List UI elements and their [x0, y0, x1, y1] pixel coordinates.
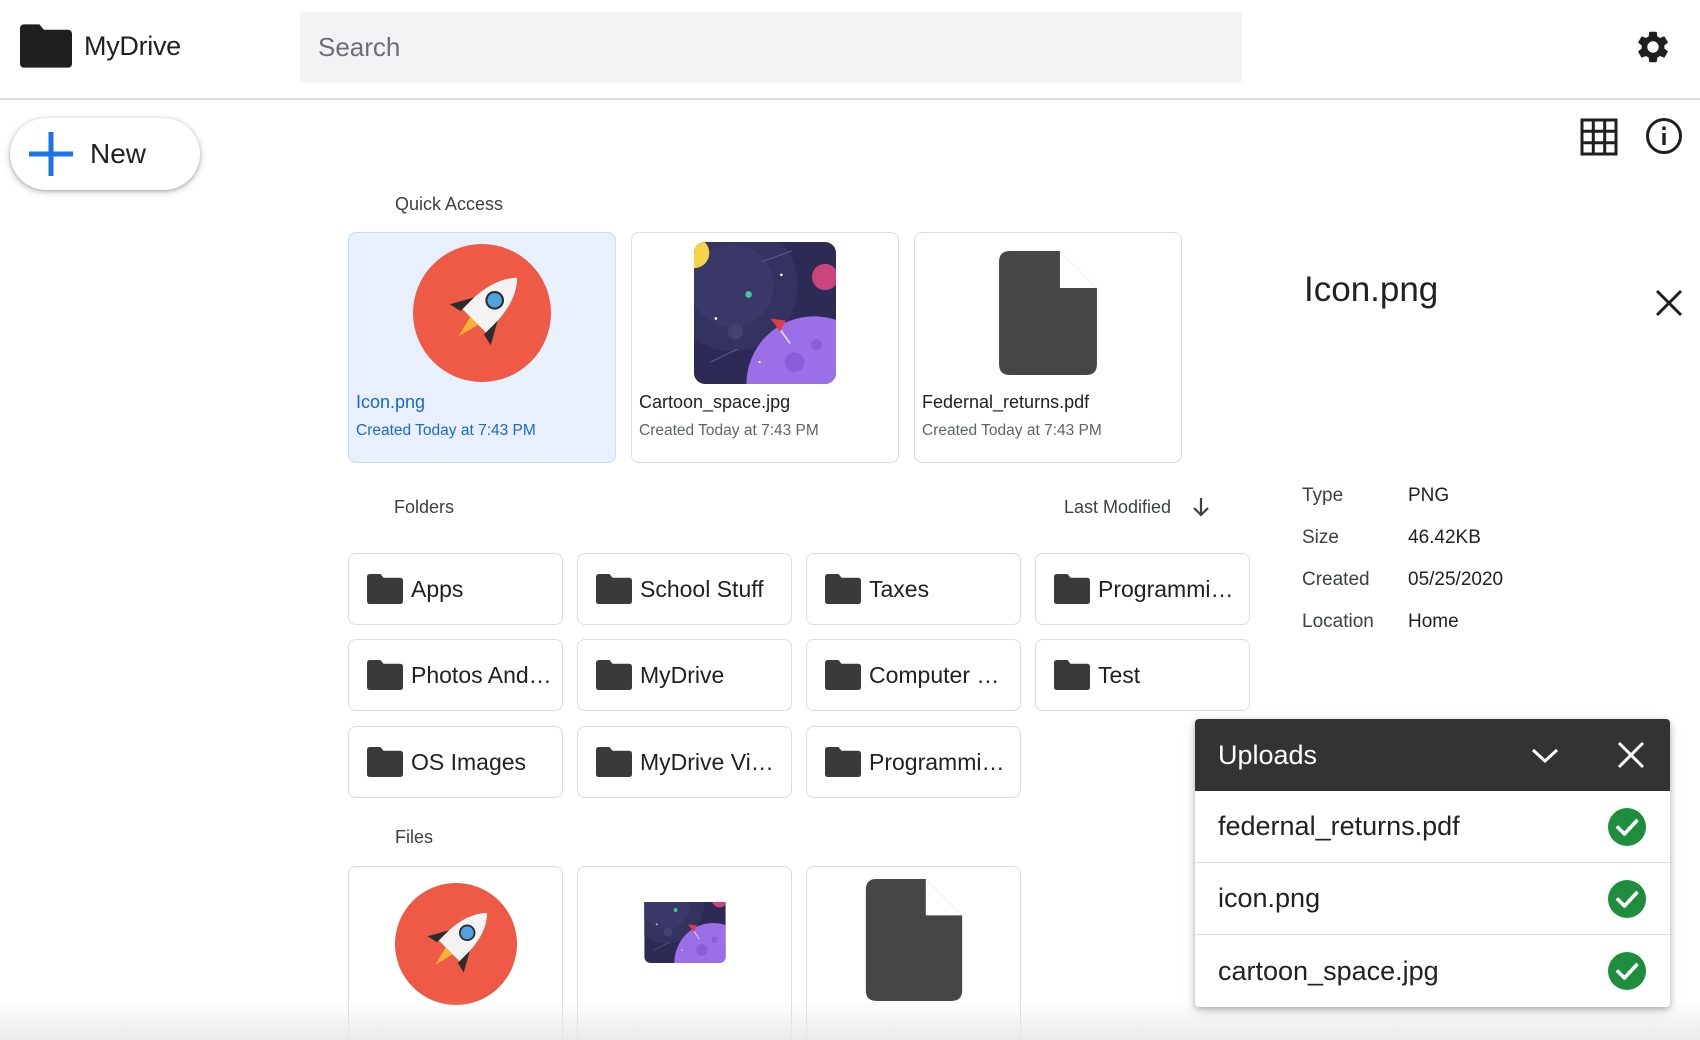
- folder-item[interactable]: Taxes: [806, 553, 1021, 625]
- new-button[interactable]: New: [10, 118, 200, 190]
- grid-view-icon[interactable]: [1580, 118, 1618, 161]
- uploads-panel: Uploads federnal_returns.pdf icon.png ca…: [1195, 719, 1670, 1007]
- folder-icon: [20, 24, 72, 68]
- quick-access-label: Quick Access: [395, 194, 504, 214]
- upload-name: cartoon_space.jpg: [1218, 955, 1439, 986]
- app-logo[interactable]: MyDrive: [20, 24, 181, 68]
- quick-access-card[interactable]: Cartoon_space.jpg Created Today at 7:43 …: [631, 232, 899, 463]
- folder-name: Apps: [411, 575, 464, 602]
- document-icon: [915, 241, 1181, 385]
- close-icon[interactable]: [1617, 741, 1645, 774]
- file-name: Federnal_returns.pdf: [922, 392, 1090, 412]
- file-card[interactable]: [806, 866, 1021, 1040]
- quick-access-card[interactable]: Icon.png Created Today at 7:43 PM: [348, 232, 616, 463]
- folder-item[interactable]: Photos And…: [348, 639, 563, 711]
- uploads-header: Uploads: [1195, 719, 1670, 791]
- file-meta: Created Today at 7:43 PM: [356, 422, 536, 439]
- folder-item[interactable]: Apps: [348, 553, 563, 625]
- folder-name: Test: [1098, 661, 1141, 688]
- folder-name: Computer …: [869, 661, 1000, 688]
- folder-item[interactable]: Programmi…: [1035, 553, 1250, 625]
- check-circle-icon: [1608, 808, 1646, 846]
- check-circle-icon: [1608, 880, 1646, 918]
- file-name: Icon.png: [356, 392, 426, 412]
- upload-name: federnal_returns.pdf: [1218, 811, 1460, 841]
- sort-label: Last Modified: [1064, 496, 1172, 517]
- detail-value: 46.42KB: [1408, 527, 1481, 548]
- detail-key: Size: [1302, 527, 1339, 548]
- upload-name: icon.png: [1218, 883, 1321, 913]
- detail-key: Location: [1302, 611, 1374, 632]
- app-name: MyDrive: [84, 30, 181, 61]
- detail-key: Type: [1302, 485, 1344, 506]
- space-image: [622, 902, 748, 1040]
- files-label: Files: [395, 827, 434, 847]
- document-icon: [865, 879, 963, 1040]
- folder-name: MyDrive: [640, 661, 725, 688]
- folder-item[interactable]: OS Images: [348, 726, 563, 798]
- folder-item[interactable]: MyDrive Vi…: [577, 726, 792, 798]
- folders-label: Folders: [394, 497, 455, 517]
- file-card[interactable]: [577, 866, 792, 1040]
- folder-item[interactable]: Computer …: [806, 639, 1021, 711]
- folder-name: MyDrive Vi…: [640, 748, 774, 775]
- check-circle-icon: [1608, 952, 1646, 990]
- detail-value: Home: [1408, 611, 1459, 632]
- folder-name: School Stuff: [640, 575, 764, 602]
- file-name: Cartoon_space.jpg: [639, 392, 791, 412]
- folder-name: Photos And…: [411, 661, 552, 688]
- detail-value: PNG: [1408, 485, 1450, 506]
- rocket-icon: [395, 883, 517, 1040]
- search-bar: [300, 12, 1242, 83]
- space-image: [632, 241, 898, 385]
- folder-item[interactable]: Test: [1035, 639, 1250, 711]
- file-card[interactable]: [348, 866, 563, 1040]
- folder-name: Programmi…: [869, 748, 1005, 775]
- gear-icon[interactable]: [1634, 28, 1672, 71]
- quick-access-card[interactable]: Federnal_returns.pdf Created Today at 7:…: [914, 232, 1182, 463]
- uploads-title: Uploads: [1218, 739, 1318, 770]
- detail-value: 05/25/2020: [1408, 569, 1504, 590]
- folder-name: Programmi…: [1098, 575, 1234, 602]
- folder-item[interactable]: Programmi…: [806, 726, 1021, 798]
- sort-control[interactable]: Last Modified: [1064, 496, 1211, 518]
- folder-item[interactable]: MyDrive: [577, 639, 792, 711]
- detail-key: Created: [1302, 569, 1370, 590]
- folder-name: OS Images: [411, 748, 527, 775]
- top-bar: MyDrive: [0, 0, 1700, 100]
- rocket-icon: [349, 241, 615, 385]
- new-button-label: New: [90, 138, 147, 169]
- info-icon[interactable]: [1645, 117, 1683, 160]
- upload-item[interactable]: cartoon_space.jpg: [1195, 935, 1670, 1007]
- upload-item[interactable]: federnal_returns.pdf: [1195, 791, 1670, 863]
- plus-icon: [29, 132, 73, 176]
- chevron-down-icon[interactable]: [1530, 741, 1560, 774]
- details-title: Icon.png: [1304, 270, 1439, 309]
- search-input[interactable]: [300, 12, 1242, 83]
- upload-item[interactable]: icon.png: [1195, 863, 1670, 935]
- close-icon[interactable]: [1654, 288, 1684, 323]
- file-meta: Created Today at 7:43 PM: [922, 422, 1102, 439]
- folder-item[interactable]: School Stuff: [577, 553, 792, 625]
- arrow-down-icon: [1193, 498, 1209, 517]
- file-meta: Created Today at 7:43 PM: [639, 422, 819, 439]
- folder-name: Taxes: [869, 575, 930, 602]
